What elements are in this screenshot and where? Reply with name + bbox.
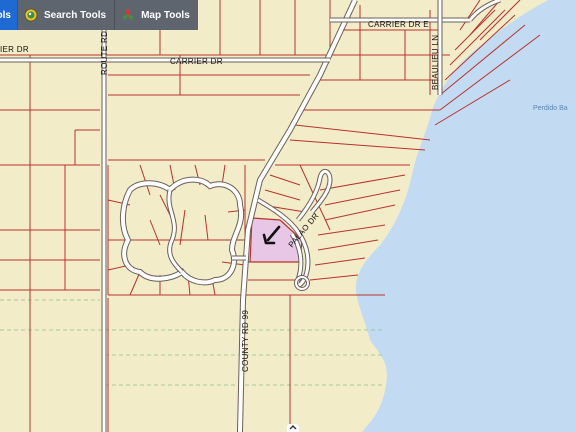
toolbar: ols Search Tools Map Tools [0,0,198,30]
label-carrier-dr-left: IER DR [0,45,29,54]
map-tools-label: Map Tools [141,9,190,21]
globe-icon [24,8,38,22]
tools-label: ols [0,9,11,21]
tools-button[interactable]: ols [0,0,17,30]
label-route-rd: ROUTE RD [100,31,109,75]
label-beaulieu-ln: BEAULIEU LN [431,35,440,90]
search-tools-button[interactable]: Search Tools [17,0,115,30]
chevron-up-icon [289,425,297,430]
label-carrier-dr: CARRIER DR [170,57,223,66]
label-carrier-dr-e: CARRIER DR E [368,20,429,29]
map-pin-icon [123,9,134,20]
expand-handle[interactable] [287,424,299,432]
label-county-rd: COUNTY RD 99 [241,310,250,372]
label-perdido-bay: Perdido Ba [533,105,568,112]
search-tools-label: Search Tools [44,9,107,21]
map-tools-button[interactable]: Map Tools [114,0,198,30]
parcel-map[interactable]: CARRIER DR E IER DR CARRIER DR ROUTE RD … [0,0,576,432]
